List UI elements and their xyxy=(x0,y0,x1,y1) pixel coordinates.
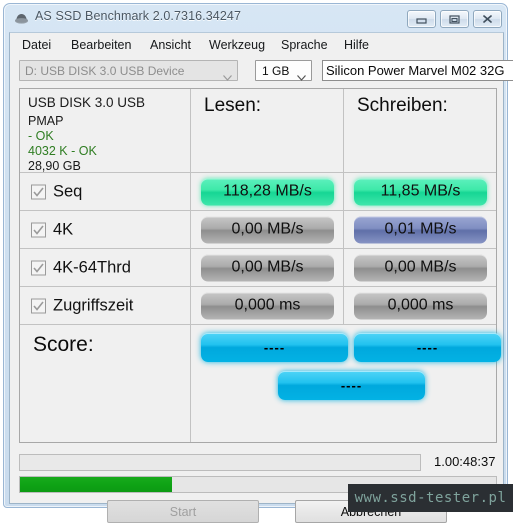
menu-item-werkzeug[interactable]: Werkzeug xyxy=(205,36,269,54)
write-column-header: Schreiben: xyxy=(357,95,448,116)
device-name-value: Silicon Power Marvel M02 32G xyxy=(326,63,505,78)
grid-header-row: USB DISK 3.0 USB PMAP - OK 4032 K - OK 2… xyxy=(20,89,496,173)
info-firmware: PMAP xyxy=(28,114,64,128)
read-column-header: Lesen: xyxy=(204,95,262,116)
restore-icon xyxy=(449,15,460,24)
test-4k64-label: 4K-64Thrd xyxy=(53,258,131,276)
info-device: USB DISK 3.0 USB xyxy=(28,95,146,110)
read-column-header-cell: Lesen: xyxy=(191,89,343,172)
seq-write-cell: 11,85 MB/s xyxy=(344,173,497,210)
table-row: Zugriffszeit 0,000 ms 0,000 ms xyxy=(20,287,496,325)
table-row: Seq 118,28 MB/s 11,85 MB/s xyxy=(20,173,496,211)
drive-select-value: D: USB DISK 3.0 USB Device xyxy=(25,64,185,78)
menu-item-ansicht[interactable]: Ansicht xyxy=(146,36,195,54)
menu-item-bearbeiten[interactable]: Bearbeiten xyxy=(67,36,135,54)
chevron-down-icon xyxy=(223,68,232,81)
access-read-value: 0,000 ms xyxy=(201,292,334,319)
score-write-value: ---- xyxy=(354,333,501,362)
chevron-down-icon xyxy=(297,68,306,81)
checkbox-4k[interactable] xyxy=(31,222,46,237)
score-read-value: ---- xyxy=(201,333,348,362)
app-ssd-icon xyxy=(14,11,29,25)
minimize-button[interactable] xyxy=(407,10,436,28)
info-capacity: 28,90 GB xyxy=(28,159,81,173)
check-icon xyxy=(33,225,44,235)
fourk-read-cell: 0,00 MB/s xyxy=(191,211,343,248)
progress-bar-fill xyxy=(20,477,173,492)
device-name-field[interactable]: Silicon Power Marvel M02 32G xyxy=(322,60,513,81)
seq-read-value: 118,28 MB/s xyxy=(201,178,334,205)
elapsed-time: 1.00:48:37 xyxy=(434,454,496,469)
close-button[interactable] xyxy=(473,10,502,28)
check-icon xyxy=(33,187,44,197)
test-access-time-toggle[interactable]: Zugriffszeit xyxy=(20,287,190,324)
info-offset: 4032 K - OK xyxy=(28,144,97,158)
test-size-select[interactable]: 1 GB xyxy=(255,60,312,81)
checkbox-seq[interactable] xyxy=(31,184,46,199)
menu-item-datei[interactable]: Datei xyxy=(18,36,55,54)
toolbar: D: USB DISK 3.0 USB Device 1 GB Silicon … xyxy=(10,57,513,85)
title-bar: AS SSD Benchmark 2.0.7316.34247 xyxy=(4,4,507,32)
status-field xyxy=(19,454,421,471)
drive-info-cell: USB DISK 3.0 USB PMAP - OK 4032 K - OK 2… xyxy=(20,89,190,173)
test-4k-toggle[interactable]: 4K xyxy=(20,211,190,248)
score-label-cell: Score: xyxy=(20,325,190,442)
test-4k-label: 4K xyxy=(53,220,74,238)
fourk64-read-value: 0,00 MB/s xyxy=(201,254,334,281)
info-alignment: - OK xyxy=(28,129,54,143)
minimize-icon xyxy=(416,18,427,24)
score-label: Score: xyxy=(33,333,94,356)
check-icon xyxy=(33,301,44,311)
fourk64-write-value: 0,00 MB/s xyxy=(354,254,487,281)
table-row: 4K 0,00 MB/s 0,01 MB/s xyxy=(20,211,496,249)
test-size-value: 1 GB xyxy=(262,64,290,78)
window-title: AS SSD Benchmark 2.0.7316.34247 xyxy=(35,9,242,23)
close-icon xyxy=(483,15,492,23)
menu-item-sprache[interactable]: Sprache xyxy=(277,36,332,54)
test-seq-toggle[interactable]: Seq xyxy=(20,173,190,210)
watermark-text: www.ssd-tester.pl xyxy=(354,490,507,506)
menu-item-hilfe[interactable]: Hilfe xyxy=(340,36,373,54)
access-write-cell: 0,000 ms xyxy=(344,287,497,324)
seq-read-cell: 118,28 MB/s xyxy=(191,173,343,210)
access-read-cell: 0,000 ms xyxy=(191,287,343,324)
checkbox-zugriffszeit[interactable] xyxy=(31,298,46,313)
fourk64-read-cell: 0,00 MB/s xyxy=(191,249,343,286)
fourk-write-value: 0,01 MB/s xyxy=(354,216,487,243)
score-row: Score: ---- ---- ---- xyxy=(20,325,501,442)
access-write-value: 0,000 ms xyxy=(354,292,487,319)
fourk-write-cell: 0,01 MB/s xyxy=(344,211,497,248)
score-total-value: ---- xyxy=(278,371,425,400)
checkbox-4k-64thrd[interactable] xyxy=(31,260,46,275)
table-row: 4K-64Thrd 0,00 MB/s 0,00 MB/s xyxy=(20,249,496,287)
restore-button[interactable] xyxy=(440,10,469,28)
results-grid: USB DISK 3.0 USB PMAP - OK 4032 K - OK 2… xyxy=(19,88,501,443)
test-4k64-toggle[interactable]: 4K-64Thrd xyxy=(20,249,190,286)
drive-select[interactable]: D: USB DISK 3.0 USB Device xyxy=(19,60,238,81)
test-seq-label: Seq xyxy=(53,182,83,200)
application-window: AS SSD Benchmark 2.0.7316.34247 Datei Be… xyxy=(3,3,513,523)
client-area: Datei Bearbeiten Ansicht Werkzeug Sprach… xyxy=(9,32,513,523)
write-column-header-cell: Schreiben: xyxy=(344,89,497,172)
seq-write-value: 11,85 MB/s xyxy=(354,178,487,205)
fourk64-write-cell: 0,00 MB/s xyxy=(344,249,497,286)
fourk-read-value: 0,00 MB/s xyxy=(201,216,334,243)
menu-bar: Datei Bearbeiten Ansicht Werkzeug Sprach… xyxy=(10,33,503,56)
watermark-overlay: www.ssd-tester.pl xyxy=(348,484,513,512)
check-icon xyxy=(33,263,44,273)
test-access-time-label: Zugriffszeit xyxy=(53,296,134,314)
